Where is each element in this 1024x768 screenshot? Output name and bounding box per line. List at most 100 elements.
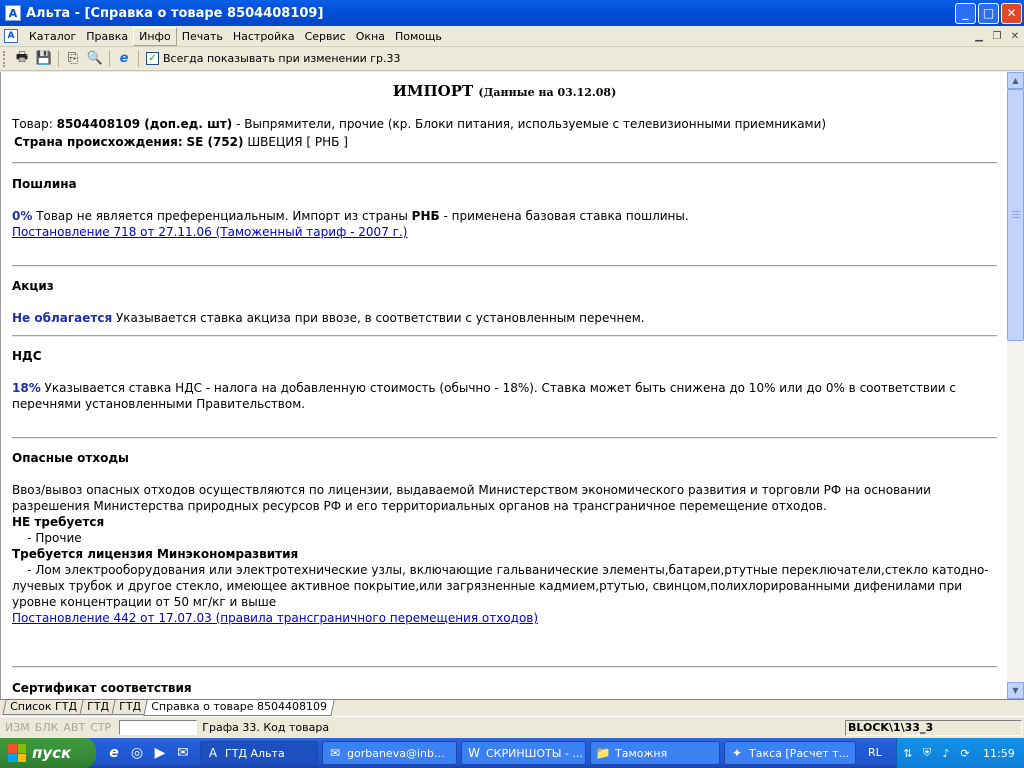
goods-code: 8504408109 (доп.ед. шт) [56,117,233,131]
toolbar: 🖶 💾 ⎘ 🔍 e ✓ Всегда показывать при измене… [0,47,1024,71]
mdi-close-icon[interactable]: ✕ [1006,28,1024,44]
internet-explorer-icon[interactable]: e [104,743,124,763]
waste-not-required: НЕ требуется [12,515,105,529]
network-icon[interactable]: ⇅ [900,745,916,761]
folder-icon: 📁 [595,746,611,760]
checkmark-icon[interactable]: ✓ [146,52,159,65]
certificate-title: Сертификат соответствия [12,681,192,695]
tab-label: ГТД [87,700,110,713]
task-taksa[interactable]: ✦ Такса [Расчет т... [724,741,856,765]
maximize-button[interactable]: □ [978,2,999,24]
close-button[interactable]: ✕ [1001,2,1022,24]
duty-country: РНБ [411,209,440,223]
windows-logo-icon [8,744,26,762]
grip-line [1012,211,1020,212]
menu-service[interactable]: Сервис [300,28,351,45]
scroll-down-icon[interactable]: ▼ [1007,682,1024,699]
menu-print[interactable]: Печать [177,28,228,45]
outlook-icon[interactable]: ✉ [173,743,193,763]
waste-other: - Прочие [12,531,82,545]
divider [12,162,997,164]
system-tray: ⇅ ⛨ ♪ ⟳ 11:59 [896,738,1024,768]
quick-launch: e ◎ ▶ ✉ [104,743,196,763]
internet-explorer-icon[interactable]: e [113,49,135,69]
minimize-button[interactable]: _ [955,2,976,24]
status-bar: ИЗМ БЛК АВТ СТР Графа 33. Код товара BLO… [0,716,1024,738]
goods-line: Товар: 8504408109 (доп.ед. шт) - Выпрями… [12,116,826,132]
task-label: Таможня [615,746,668,760]
menu-settings[interactable]: Настройка [228,28,300,45]
menu-catalog[interactable]: Каталог [24,28,81,45]
divider [12,437,997,439]
copy-icon[interactable]: ⎘ [62,49,84,69]
window-titlebar[interactable]: A Альта - [Справка о товаре 8504408109] … [0,0,1024,26]
security-icon[interactable]: ⛨ [919,745,935,761]
start-button[interactable]: пуск [0,738,96,768]
browser-icon[interactable]: ◎ [127,743,147,763]
indicator-page: СТР [90,721,112,734]
media-player-icon[interactable]: ▶ [150,743,170,763]
app-logo-icon: A [5,5,21,21]
task-mail[interactable]: ✉ gorbaneva@inb... [322,741,457,765]
start-label: пуск [32,744,72,762]
vertical-scrollbar[interactable]: ▲ ▼ [1007,72,1024,699]
waste-license: Требуется лицензия Минэкономразвития [12,547,299,561]
toolbar-grip[interactable] [3,50,7,67]
mail-icon: ✉ [329,746,341,760]
task-label: СКРИНШОТЫ - ... [486,746,583,760]
status-block-path: BLOCK\1\33_3 [845,720,1022,736]
tab-label: Справка о товаре 8504408109 [151,700,328,713]
document-view: ИМПОРТ (Данные на 03.12.08) Товар: 85044… [0,72,1007,699]
status-input-box [119,720,198,735]
scroll-thumb[interactable] [1007,89,1024,341]
grip-line [1012,217,1020,218]
task-alta-gtd[interactable]: A ГТД Альта [200,741,318,765]
menu-bar: A Каталог Правка Инфо Печать Настройка С… [0,26,1024,47]
tab-gtd-list[interactable]: Список ГТД [2,700,85,715]
divider [12,265,997,267]
menu-info[interactable]: Инфо [133,26,177,46]
mdi-minimize-icon[interactable]: ▁ [970,28,988,44]
update-icon[interactable]: ⟳ [957,745,973,761]
duty-title: Пошлина [12,177,77,191]
task-label: gorbaneva@inb... [347,746,445,760]
always-show-label: Всегда показывать при изменении гр.33 [163,52,401,65]
toolbar-separator [58,50,59,67]
duty-regulation-link[interactable]: Постановление 718 от 27.11.06 (Таможенны… [12,224,407,240]
indicator-block: БЛК [34,721,59,734]
tab-label: ГТД [119,700,142,713]
task-screenshots[interactable]: W СКРИНШОТЫ - ... [461,741,586,765]
duty-text-end: - применена базовая ставка пошлины. [439,209,689,223]
duty-text: Товар не является преференциальным. Импо… [32,209,412,223]
mdi-restore-icon[interactable]: ❐ [988,28,1006,44]
vat-rate: 18% [12,381,41,395]
always-show-checkbox[interactable]: ✓ Всегда показывать при изменении гр.33 [146,52,401,65]
waste-regulation-link[interactable]: Постановление 442 от 17.07.03 (правила т… [12,610,538,626]
volume-icon[interactable]: ♪ [938,745,954,761]
scroll-up-icon[interactable]: ▲ [1007,72,1024,89]
heading-text: ИМПОРТ [392,82,474,100]
status-field-label: Графа 33. Код товара [202,721,330,734]
heading-date: (Данные на 03.12.08) [478,86,617,99]
excise-title: Акциз [12,279,54,293]
menu-help[interactable]: Помощь [390,28,447,45]
tab-goods-info[interactable]: Справка о товаре 8504408109 [143,700,335,716]
indicator-auto: АВТ [63,721,86,734]
save-icon[interactable]: 💾 [33,49,55,69]
task-customs-folder[interactable]: 📁 Таможня [590,741,720,765]
divider [12,666,997,668]
print-icon[interactable]: 🖶 [11,49,33,69]
menu-edit[interactable]: Правка [81,28,133,45]
excise-text: Указывается ставка акциза при ввозе, в с… [112,311,645,325]
toolbar-separator [138,50,139,67]
excise-line: Не облагается Указывается ставка акциза … [12,310,645,326]
find-icon[interactable]: 🔍 [84,49,106,69]
divider [12,335,997,337]
word-document-icon: W [468,746,480,760]
language-indicator[interactable]: RL [868,746,882,759]
origin-country: ШВЕЦИЯ [ РНБ ] [243,135,348,149]
waste-license-item: - Лом электрооборудования или электротех… [12,563,989,609]
menu-windows[interactable]: Окна [351,28,390,45]
document-icon[interactable]: A [4,29,18,43]
vat-line: 18% Указывается ставка НДС - налога на д… [12,380,997,412]
